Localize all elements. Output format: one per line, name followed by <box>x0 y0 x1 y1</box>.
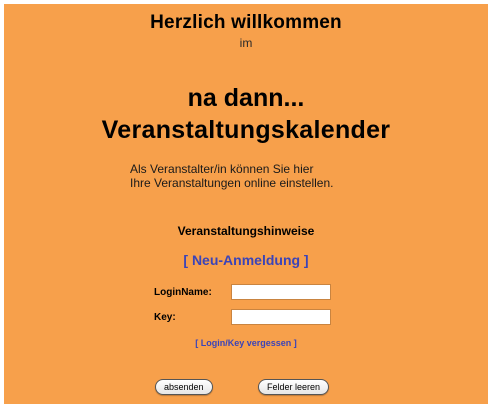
event-hints-label: Veranstaltungshinweise <box>177 224 315 238</box>
key-input[interactable] <box>231 309 331 325</box>
welcome-heading: Herzlich willkommen <box>150 12 342 33</box>
content-panel: Herzlich willkommen im na dann... Verans… <box>4 4 488 404</box>
login-name-input[interactable] <box>231 284 331 300</box>
login-name-label: LoginName: <box>154 287 212 298</box>
forgot-link-row: [ Login/Key vergessen ] <box>4 338 488 348</box>
event-hints-heading: Veranstaltungshinweise <box>4 224 488 238</box>
register-link[interactable]: [ Neu-Anmeldung ] <box>183 252 308 268</box>
key-label: Key: <box>154 312 176 323</box>
submit-button[interactable]: absenden <box>155 379 213 395</box>
intro-line-2: Ihre Veranstaltungen online einstellen. <box>130 176 334 190</box>
intro-line-1: Als Veranstalter/in können Sie hier <box>130 162 314 176</box>
welcome-subtext: im <box>239 36 253 50</box>
site-name: na dann... <box>187 84 305 112</box>
forgot-login-link[interactable]: [ Login/Key vergessen ] <box>195 338 297 348</box>
intro-text: Als Veranstalter/in können Sie hier Ihre… <box>130 162 333 190</box>
reset-fields-button[interactable]: Felder leeren <box>258 379 330 395</box>
register-link-row: [ Neu-Anmeldung ] <box>4 252 488 268</box>
page-title: Veranstaltungskalender <box>101 116 391 144</box>
